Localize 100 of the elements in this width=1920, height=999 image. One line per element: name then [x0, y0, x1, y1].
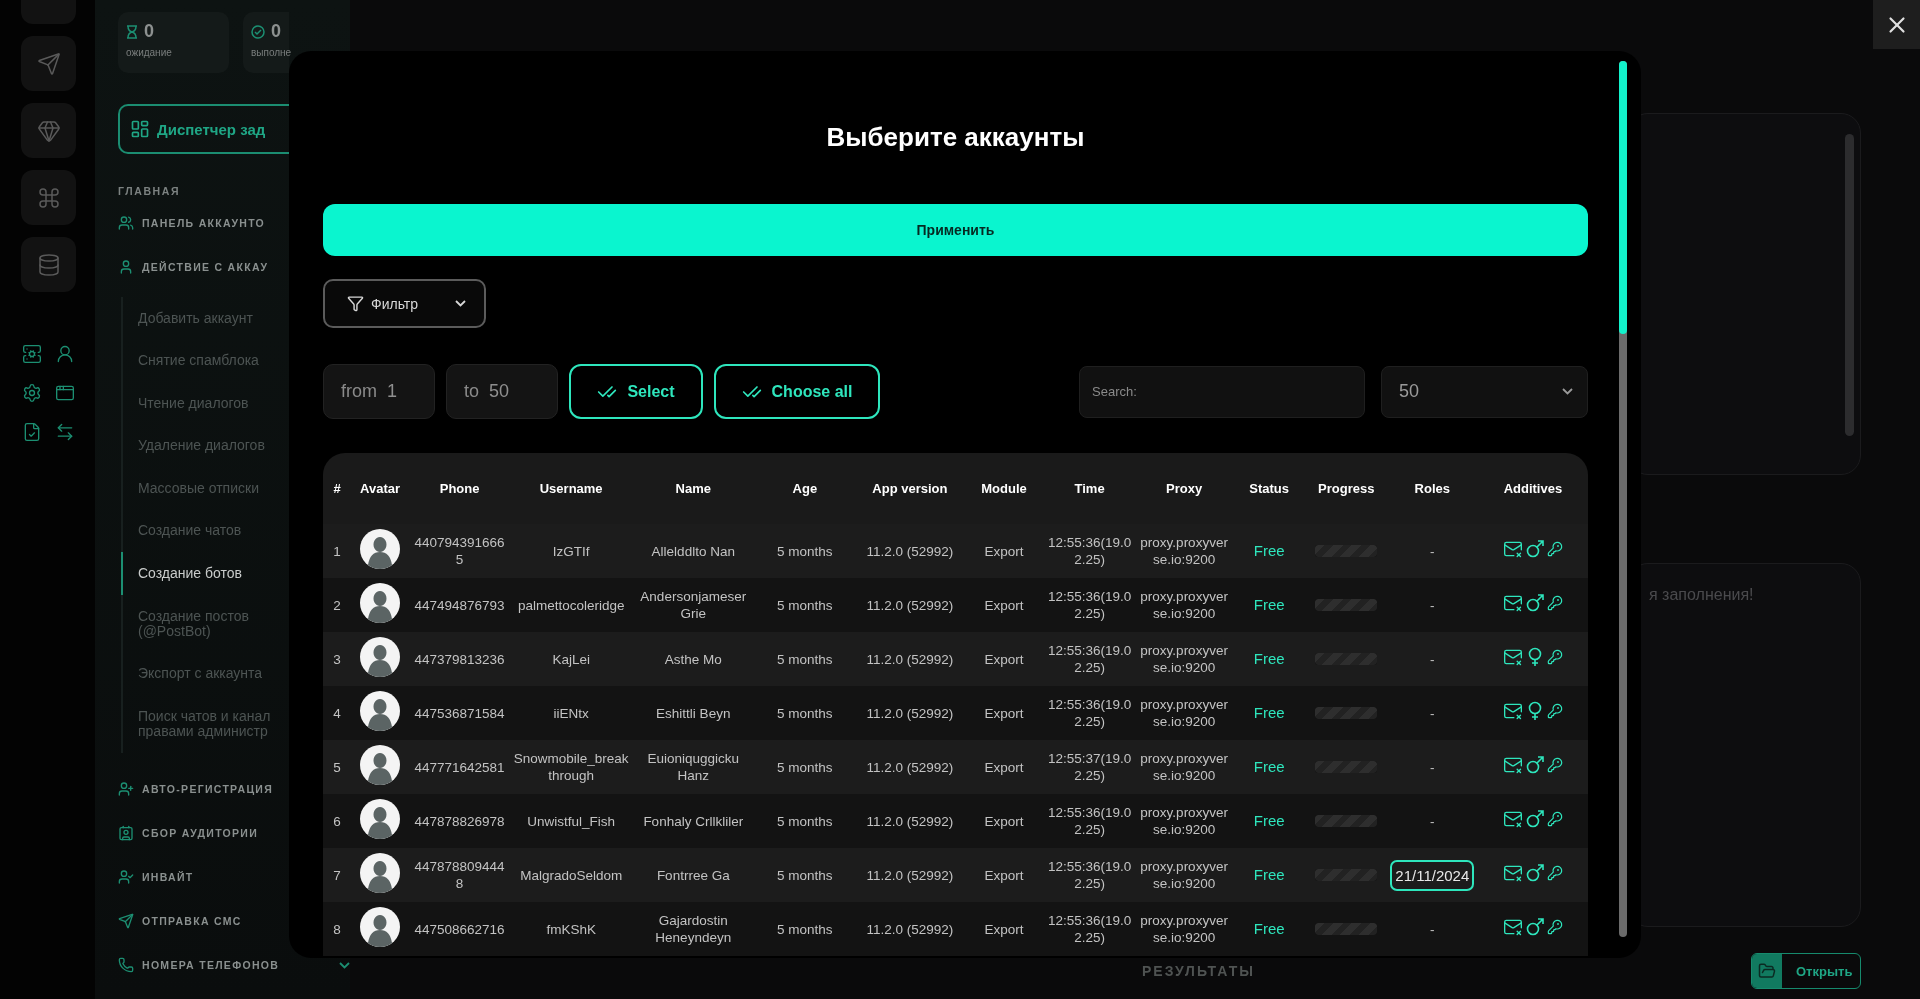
- age-cell: 5 months: [777, 597, 833, 613]
- dashboard-icon: [130, 119, 150, 139]
- username-cell: Snowmobile_breakthrough: [513, 751, 629, 783]
- module-cell: Export: [984, 705, 1024, 721]
- nav-section[interactable]: ИНВАЙТ: [142, 871, 194, 883]
- age-cell: 5 months: [777, 651, 833, 667]
- key-icon: [1546, 919, 1563, 935]
- row-number: 6: [333, 813, 341, 829]
- name-cell: Euioniquggicku Hanz: [647, 751, 740, 783]
- nav-section[interactable]: АВТО-РЕГИСТРАЦИЯ: [142, 783, 274, 795]
- user-circle-icon[interactable]: [55, 344, 75, 364]
- mail-x-icon: [1502, 755, 1523, 775]
- chevron-icon[interactable]: [339, 961, 350, 969]
- username-cell: palmettocoleridge: [517, 597, 625, 613]
- filter-dropdown[interactable]: Фильтр: [323, 279, 486, 328]
- mail-x-icon: [1502, 863, 1523, 883]
- key-icon: [1546, 649, 1563, 665]
- key-icon: [1546, 595, 1563, 611]
- roles-cell: -: [1430, 705, 1435, 721]
- phone-cell: 447508662716: [414, 921, 505, 937]
- scrollbar[interactable]: [1619, 61, 1627, 937]
- server-icon[interactable]: [22, 344, 42, 364]
- avatar-icon: [360, 529, 401, 569]
- check-circle-icon: [251, 24, 265, 39]
- username-cell: KajLei: [552, 651, 590, 667]
- range-to-input[interactable]: 50: [489, 381, 539, 402]
- stat-value: 0: [144, 21, 154, 42]
- open-button[interactable]: Открыть: [1751, 953, 1861, 989]
- name-cell: Fontrree Ga: [656, 867, 730, 883]
- rail-button[interactable]: [21, 170, 76, 225]
- app-version-cell: 11.2.0 (52992): [866, 651, 954, 667]
- rail-button[interactable]: [21, 36, 76, 91]
- time-cell: 12:55:36(19.02.25): [1047, 859, 1132, 891]
- choose-all-button[interactable]: Choose all: [714, 364, 880, 419]
- diamond-icon: [36, 118, 61, 143]
- scrollbar-thumb[interactable]: [1619, 61, 1627, 334]
- phone-icon: [118, 957, 134, 973]
- mail-x-icon: [1502, 917, 1523, 937]
- app-version-cell: 11.2.0 (52992): [866, 813, 954, 829]
- proxy-cell: proxy.proxyverse.io:9200: [1140, 913, 1228, 945]
- rail-button[interactable]: [21, 103, 76, 158]
- code-window-icon[interactable]: [55, 383, 75, 403]
- settings-icon[interactable]: [22, 383, 42, 403]
- proxy-cell: proxy.proxyverse.io:9200: [1140, 643, 1228, 675]
- swap-icon[interactable]: [55, 422, 75, 442]
- select-button[interactable]: Select: [569, 364, 703, 419]
- phone-cell: 4478788094448: [414, 859, 505, 891]
- nav-section[interactable]: НОМЕРА ТЕЛЕФОНОВ: [142, 959, 280, 971]
- module-cell: Export: [984, 813, 1024, 829]
- apply-button[interactable]: Применить: [323, 204, 1588, 256]
- age-cell: 5 months: [777, 921, 833, 937]
- phone-cell: 447771642581: [414, 759, 505, 775]
- status-label: Free: [1253, 650, 1285, 667]
- nav-section[interactable]: ОТПРАВКА СМС: [142, 915, 242, 927]
- page-size-select[interactable]: 50: [1381, 365, 1588, 418]
- name-cell: Allelddlto Nan: [651, 543, 735, 559]
- dialog-title: Выберите аккаунты: [826, 121, 1085, 153]
- username-cell: fmKShK: [546, 921, 596, 937]
- status-label: Free: [1253, 920, 1285, 937]
- column-header: Roles: [1413, 480, 1451, 498]
- document-check-icon[interactable]: [22, 422, 42, 442]
- phone-cell: 447536871584: [414, 705, 505, 721]
- roles-cell: -: [1430, 921, 1435, 937]
- column-header: Time: [1073, 480, 1106, 498]
- stat-label: ожидание: [126, 47, 173, 58]
- app-version-cell: 11.2.0 (52992): [866, 597, 954, 613]
- rail-button[interactable]: [21, 237, 76, 292]
- range-from-input[interactable]: 1: [387, 381, 437, 402]
- nav-section[interactable]: СБОР АУДИТОРИИ: [142, 827, 259, 839]
- close-button[interactable]: [1873, 0, 1920, 49]
- nav-heading: ГЛАВНАЯ: [118, 184, 182, 199]
- row-number: 1: [333, 543, 341, 559]
- time-cell: 12:55:37(19.02.25): [1047, 751, 1132, 783]
- username-cell: Unwistful_Fish: [527, 813, 616, 829]
- scrollbar[interactable]: [1845, 134, 1854, 436]
- status-label: Free: [1253, 812, 1285, 829]
- search-field[interactable]: Search:: [1079, 365, 1365, 418]
- status-label: Free: [1253, 866, 1285, 883]
- column-header: #: [332, 480, 342, 498]
- roles-cell: -: [1430, 651, 1435, 667]
- status-label: Free: [1253, 596, 1285, 613]
- proxy-cell: proxy.proxyverse.io:9200: [1140, 859, 1228, 891]
- avatar-icon: [360, 853, 401, 893]
- column-header: Progress: [1317, 480, 1376, 498]
- phone-cell: 4407943916665: [414, 535, 505, 567]
- name-cell: Fonhaly Crllkliler: [643, 813, 744, 829]
- nav-section[interactable]: ДЕЙСТВИЕ С АККАУ: [142, 261, 269, 273]
- name-cell: Gajardostin Heneyndeyn: [655, 913, 732, 945]
- app-version-cell: 11.2.0 (52992): [866, 543, 954, 559]
- mail-x-icon: [1502, 809, 1523, 829]
- nav-section[interactable]: ПАНЕЛЬ АККАУНТО: [142, 217, 266, 229]
- avatar-icon: [360, 799, 401, 839]
- age-cell: 5 months: [777, 813, 833, 829]
- age-cell: 5 months: [777, 867, 833, 883]
- key-icon: [1546, 541, 1563, 557]
- column-header: App version: [871, 480, 949, 498]
- app-version-cell: 11.2.0 (52992): [866, 705, 954, 721]
- status-label: Free: [1253, 542, 1285, 559]
- status-label: Free: [1253, 758, 1285, 775]
- hourglass-icon: [126, 24, 138, 39]
